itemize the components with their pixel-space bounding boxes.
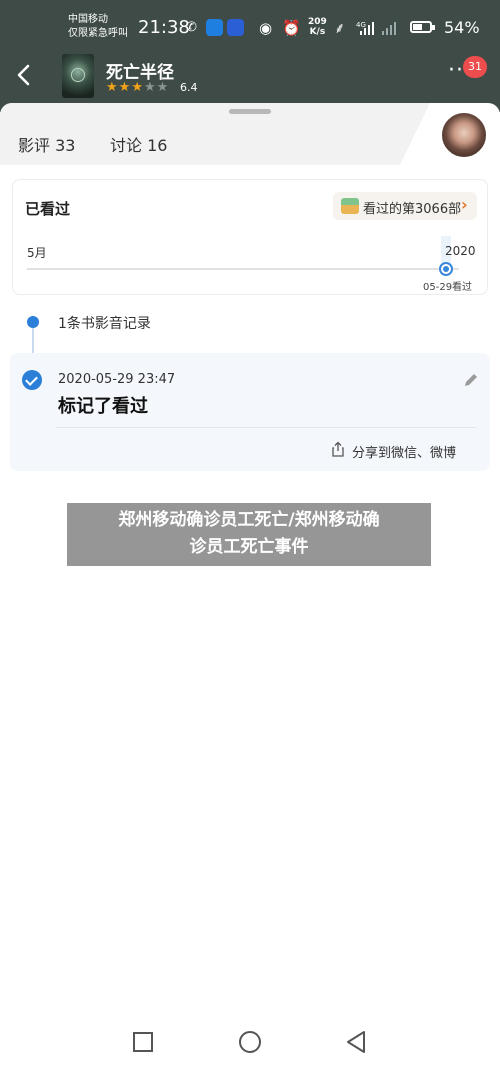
tab-reviews[interactable]: 影评 33 [18, 132, 75, 156]
timeline-marker[interactable] [439, 262, 453, 276]
timeline-start-label: 5月 [27, 246, 47, 260]
watched-card: 已看过 看过的第3066部 › 5月 2020 05-29看过 [12, 179, 488, 295]
user-avatar[interactable] [440, 111, 488, 159]
top-header: 中国移动 仅限紧急呼叫 21:38 ✆ ◉ ⏰ 209 K/s ⸙ 4G 54%… [0, 0, 500, 112]
carrier-info: 中国移动 仅限紧急呼叫 [68, 13, 128, 41]
movie-poster[interactable] [62, 54, 94, 98]
watermark-banner: 郑州移动确诊员工死亡/郑州移动确 诊员工死亡事件 [67, 503, 431, 566]
star-empty-icon: ★ [156, 80, 170, 95]
share-icon[interactable] [330, 441, 346, 457]
drag-handle[interactable] [229, 109, 271, 114]
timeline-track [27, 268, 459, 270]
records-header: 1条书影音记录 [58, 316, 151, 332]
status-time: 21:38 [138, 17, 190, 38]
security-app-icon [227, 19, 244, 36]
star-filled-icon: ★ [131, 80, 144, 95]
box-icon [341, 198, 359, 214]
eye-icon: ◉ [259, 19, 273, 37]
entry-divider [56, 427, 476, 428]
record-entry: 2020-05-29 23:47 标记了看过 分享到微信、微博 [10, 353, 490, 471]
chevron-right-icon: › [461, 195, 468, 214]
network-speed-value: 209 [308, 17, 327, 27]
home-icon[interactable] [234, 1026, 266, 1058]
timeline-marker-date: 05-29看过 [423, 282, 473, 293]
timeline-end-label: 2020 [445, 244, 476, 258]
watermark-line-2: 诊员工死亡事件 [189, 537, 309, 557]
watermark-line-1: 郑州移动确诊员工死亡/郑州移动确 [118, 510, 380, 530]
watched-count-label: 看过的第3066部 [363, 202, 462, 217]
entry-timestamp: 2020-05-29 23:47 [58, 372, 176, 387]
share-button[interactable]: 分享到微信、微博 [352, 442, 456, 461]
watched-title: 已看过 [25, 200, 71, 218]
record-dot-icon [27, 316, 39, 328]
watched-count-button[interactable]: 看过的第3066部 › [333, 192, 477, 220]
wifi-icon: ⸙ [334, 19, 346, 37]
network-speed: 209 K/s [308, 17, 327, 37]
shield-app-icon [206, 19, 223, 36]
signal-icon: 4G [356, 21, 396, 35]
vibrate-icon: ✆ [186, 20, 197, 35]
battery-icon [410, 21, 435, 33]
entry-text: 标记了看过 [58, 396, 148, 417]
rating-score: 6.4 [180, 81, 198, 94]
edit-pencil-icon[interactable] [462, 371, 480, 389]
tab-discussions[interactable]: 讨论 16 [110, 132, 167, 156]
signal-label: 4G [356, 21, 366, 29]
battery-percent: 54% [444, 18, 480, 37]
more-dots-icon[interactable]: ·· [448, 60, 464, 82]
notification-badge[interactable]: 31 [463, 56, 487, 78]
carrier-emergency: 仅限紧急呼叫 [68, 28, 128, 39]
recent-apps-icon[interactable] [127, 1026, 159, 1058]
detail-sheet: 影评 33 讨论 16 已看过 看过的第3066部 › 5月 2020 05-2… [0, 103, 500, 1069]
chevron-left-icon[interactable] [12, 60, 36, 90]
star-empty-icon: ★ [143, 80, 157, 95]
back-nav-icon[interactable] [340, 1026, 372, 1058]
network-speed-unit: K/s [309, 27, 326, 37]
star-filled-icon: ★ [106, 80, 119, 95]
alarm-icon: ⏰ [282, 19, 301, 37]
star-rating: ★★★★★ [106, 80, 169, 95]
star-filled-icon: ★ [118, 80, 132, 95]
check-circle-icon [22, 370, 42, 390]
carrier-name: 中国移动 [68, 14, 108, 25]
status-bar: 中国移动 仅限紧急呼叫 21:38 ✆ ◉ ⏰ 209 K/s ⸙ 4G 54% [0, 0, 500, 48]
